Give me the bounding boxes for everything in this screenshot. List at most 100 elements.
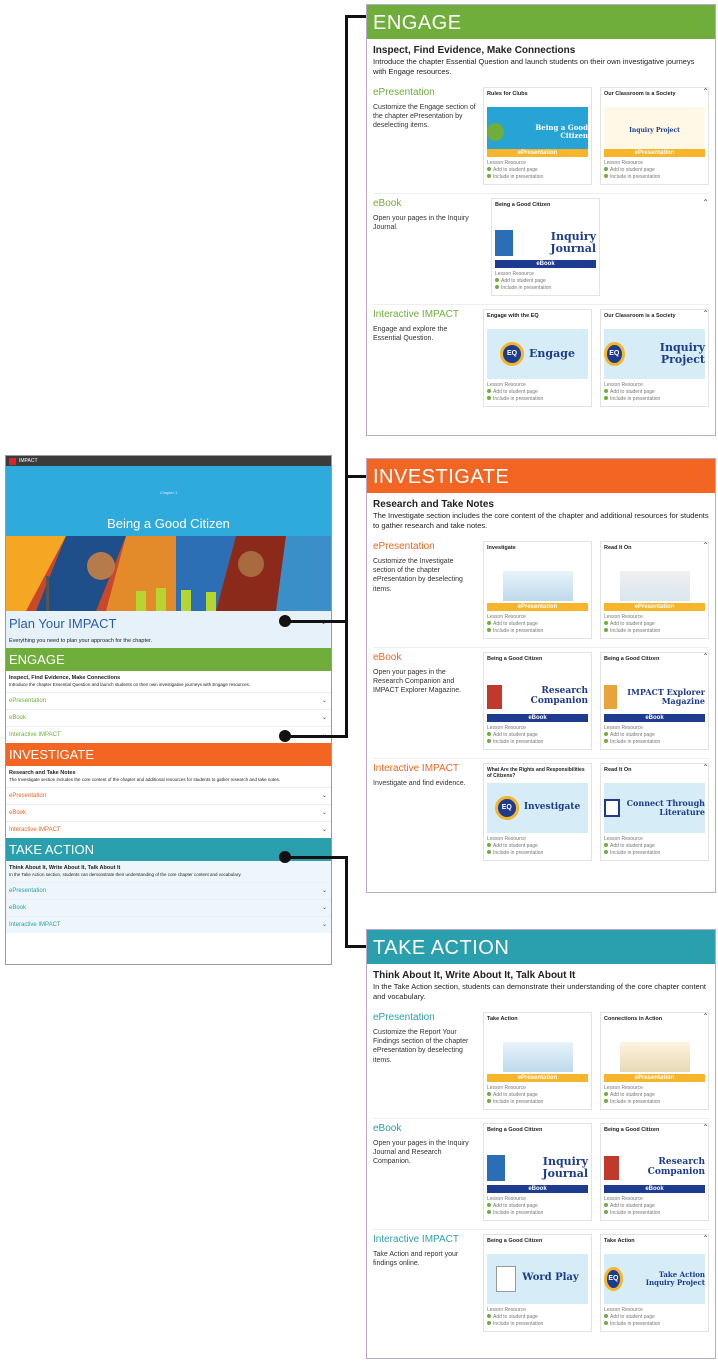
resource-card[interactable]: Our Classroom is a Society EQ Inquiry Pr… xyxy=(600,308,709,407)
chevron-up-icon[interactable]: ⌃ xyxy=(702,541,709,550)
investigate-header[interactable]: INVESTIGATE xyxy=(6,742,331,766)
engage-header[interactable]: ENGAGE xyxy=(6,648,331,671)
chevron-up-icon[interactable]: ⌃ xyxy=(702,309,709,318)
card-meta: Lesson Resource Add to student page Includ… xyxy=(604,1196,705,1217)
check-icon xyxy=(604,388,608,393)
card-meta: Lesson Resource Add to student page Includ… xyxy=(487,614,588,635)
book-icon xyxy=(487,1154,505,1181)
chevron-up-icon[interactable]: ⌃ xyxy=(702,1123,709,1132)
chevron-down-icon: ⌄ xyxy=(321,826,327,833)
resource-card[interactable]: Investigate ePresentation Lesson Resourc… xyxy=(483,540,592,639)
thumb-text: Inquiry Project xyxy=(659,340,705,366)
resource-card[interactable]: Being a Good Citizen Inquiry Journal eBo… xyxy=(491,197,600,296)
meta-line: Lesson Resource xyxy=(495,270,534,277)
investigate-panel-desc: The Investigate section includes the cor… xyxy=(373,511,709,530)
resource-card[interactable]: Read It On Connect Through Literature Le… xyxy=(600,762,709,861)
chevron-up-icon[interactable]: ⌃ xyxy=(702,198,709,207)
meta-line: Lesson Resource xyxy=(604,1195,643,1202)
meta-line: Include in presentation xyxy=(610,738,661,745)
check-icon xyxy=(487,173,491,178)
card-title: Our Classroom is a Society xyxy=(604,312,676,319)
row-label: eBook xyxy=(9,904,27,911)
chevron-up-icon[interactable]: ⌃ xyxy=(702,87,709,96)
resource-card[interactable]: Read It On ePresentation Lesson Resource… xyxy=(600,540,709,639)
check-icon xyxy=(487,388,491,393)
resource-card[interactable]: Our Classroom is a Society Inquiry Proje… xyxy=(600,86,709,185)
slide-preview-icon xyxy=(502,1041,573,1072)
app-screenshot: IMPACT Chapter 1 Being a Good Citizen Pl… xyxy=(5,455,332,965)
thumb-strip: eBook xyxy=(604,1184,705,1193)
card-thumbnail: ePresentation xyxy=(487,1031,588,1082)
chevron-up-icon[interactable]: ⌃ xyxy=(702,1234,709,1243)
thumb-text: Engage xyxy=(529,346,575,360)
resource-card[interactable]: Being a Good Citizen Research Companion … xyxy=(483,651,592,750)
meta-line: Include in presentation xyxy=(493,738,544,745)
card-meta: Lesson Resource Add to student page Includ… xyxy=(604,1085,705,1106)
take-action-body: Think About It, Write About It, Talk Abo… xyxy=(6,860,331,933)
meta-line: Include in presentation xyxy=(610,1209,661,1216)
meta-line: Lesson Resource xyxy=(487,1195,526,1202)
resource-card[interactable]: Connections in Action ePresentation Less… xyxy=(600,1011,709,1110)
resource-card[interactable]: Being a Good Citizen IMPACT Explorer Mag… xyxy=(600,651,709,750)
card-meta: Lesson Resource Add to student page Includ… xyxy=(604,1307,705,1328)
resource-card[interactable]: Take Action EQ Take Action Inquiry Proje… xyxy=(600,1233,709,1332)
resource-card[interactable]: Being a Good Citizen Research Companion … xyxy=(600,1122,709,1221)
investigate-row-epresentation[interactable]: ePresentation ⌄ xyxy=(6,786,331,804)
row-heading: ePresentation xyxy=(373,540,435,552)
row-label: Interactive IMPACT xyxy=(9,921,61,928)
take-action-row-interactive[interactable]: Interactive IMPACT ⌄ xyxy=(6,915,331,933)
engage-epresentation-row: ePresentation Customize the Engage secti… xyxy=(367,83,715,193)
chevron-down-icon: ⌄ xyxy=(321,887,327,894)
card-title: Take Action xyxy=(487,1015,518,1022)
thumb-text: Being a Good Citizen xyxy=(535,123,588,140)
meta-line: Include in presentation xyxy=(493,849,544,856)
row-label: ePresentation xyxy=(9,887,47,894)
investigate-row-interactive[interactable]: Interactive IMPACT ⌄ xyxy=(6,820,331,838)
resource-card[interactable]: Take Action ePresentation Lesson Resourc… xyxy=(483,1011,592,1110)
card-title: Investigate xyxy=(487,544,516,551)
thumb-text: Research Companion xyxy=(530,686,588,706)
meta-line: Include in presentation xyxy=(493,627,544,634)
investigate-ebook-row: eBook Open your pages in the Research Co… xyxy=(367,648,715,758)
thumb-strip: eBook xyxy=(604,713,705,722)
row-heading: eBook xyxy=(373,651,402,663)
take-action-desc: In the Take Action section, students can… xyxy=(9,871,242,877)
plan-desc: Everything you need to plan your approac… xyxy=(9,638,153,644)
investigate-row-ebook[interactable]: eBook ⌄ xyxy=(6,803,331,821)
card-title: Our Classroom is a Society xyxy=(604,90,676,97)
meta-line: Lesson Resource xyxy=(487,381,526,388)
meta-line: Add to student page xyxy=(610,1313,655,1320)
resource-card[interactable]: Rules for Clubs Being a Good Citizen ePr… xyxy=(483,86,592,185)
take-action-row-epresentation[interactable]: ePresentation ⌄ xyxy=(6,881,331,899)
chevron-up-icon[interactable]: ⌃ xyxy=(702,652,709,661)
check-icon xyxy=(604,731,608,736)
chevron-up-icon[interactable]: ⌃ xyxy=(702,1012,709,1021)
chevron-down-icon: ⌄ xyxy=(321,714,327,721)
card-title: Being a Good Citizen xyxy=(487,1126,543,1133)
card-meta: Lesson Resource Add to student page Includ… xyxy=(604,614,705,635)
engage-row-ebook[interactable]: eBook ⌄ xyxy=(6,708,331,726)
meta-line: Lesson Resource xyxy=(487,1306,526,1313)
resource-card[interactable]: Being a Good Citizen Word Play Lesson Re… xyxy=(483,1233,592,1332)
engage-panel-header: ENGAGE xyxy=(367,5,715,39)
resource-card[interactable]: Engage with the EQ EQ Engage Lesson Reso… xyxy=(483,308,592,407)
resource-card[interactable]: What Are the Rights and Responsibilities… xyxy=(483,762,592,861)
check-icon xyxy=(495,277,499,282)
check-icon xyxy=(604,1202,608,1207)
meta-line: Add to student page xyxy=(493,388,538,395)
row-desc: Investigate and find evidence. xyxy=(373,779,466,787)
resource-card[interactable]: Being a Good Citizen Inquiry Journal eBo… xyxy=(483,1122,592,1221)
card-thumbnail: Inquiry Project ePresentation xyxy=(604,106,705,157)
engage-row-epresentation[interactable]: ePresentation ⌄ xyxy=(6,691,331,709)
meta-line: Lesson Resource xyxy=(604,724,643,731)
meta-line: Lesson Resource xyxy=(604,381,643,388)
row-label: eBook xyxy=(9,714,27,721)
check-icon xyxy=(487,627,491,632)
card-title: Connections in Action xyxy=(604,1015,663,1022)
meta-line: Lesson Resource xyxy=(604,613,643,620)
brand-logo-icon xyxy=(9,457,16,465)
row-desc: Engage and explore the Essential Questio… xyxy=(373,325,448,342)
chevron-up-icon[interactable]: ⌃ xyxy=(702,763,709,772)
take-action-row-ebook[interactable]: eBook ⌄ xyxy=(6,898,331,916)
chevron-down-icon: ⌄ xyxy=(321,697,327,704)
